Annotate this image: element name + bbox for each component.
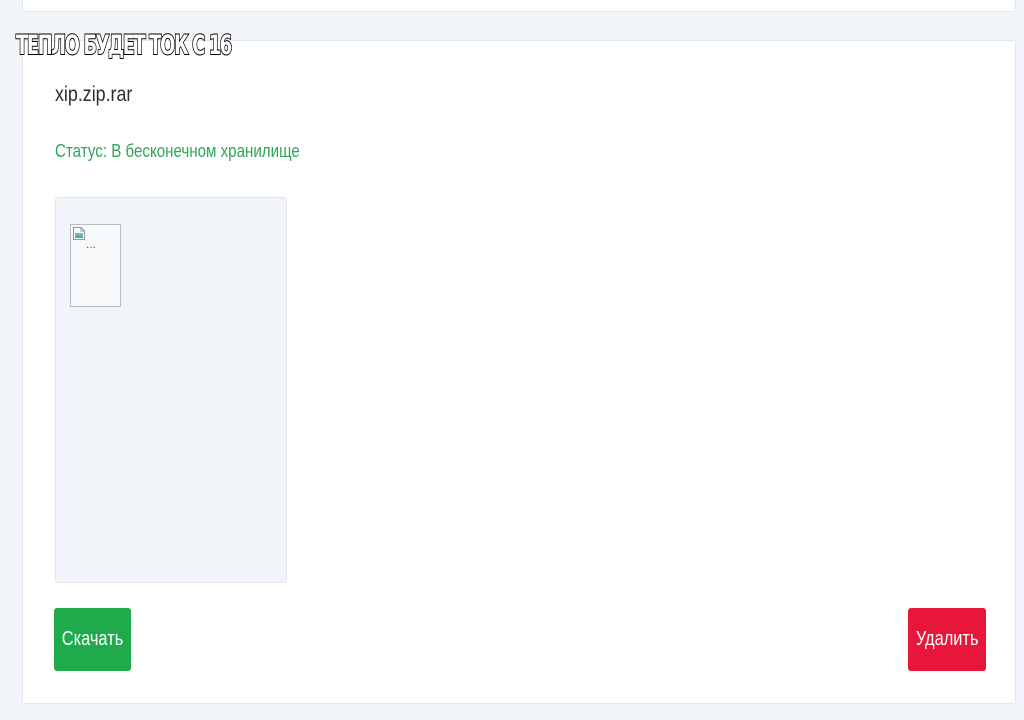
file-preview: ... <box>55 197 287 583</box>
meme-caption: ТЕПЛО БУДЕТ ТОК С 16 <box>15 29 233 62</box>
download-button[interactable]: Скачать <box>54 608 131 671</box>
download-button-label: Скачать <box>61 628 124 650</box>
file-name: xip.zip.rar <box>55 83 133 106</box>
previous-file-card <box>22 0 1016 12</box>
broken-image-icon <box>73 227 85 240</box>
page: ТЕПЛО БУДЕТ ТОК С 16 xip.zip.rar Статус:… <box>0 0 1024 720</box>
delete-button[interactable]: Удалить <box>908 608 986 671</box>
preview-image: ... <box>70 224 121 307</box>
delete-button-label: Удалить <box>915 628 979 650</box>
file-card: xip.zip.rar Статус: В бесконечном хранил… <box>22 40 1016 704</box>
file-status: Статус: В бесконечном хранилище <box>55 141 300 161</box>
preview-alt-text: ... <box>86 237 97 251</box>
